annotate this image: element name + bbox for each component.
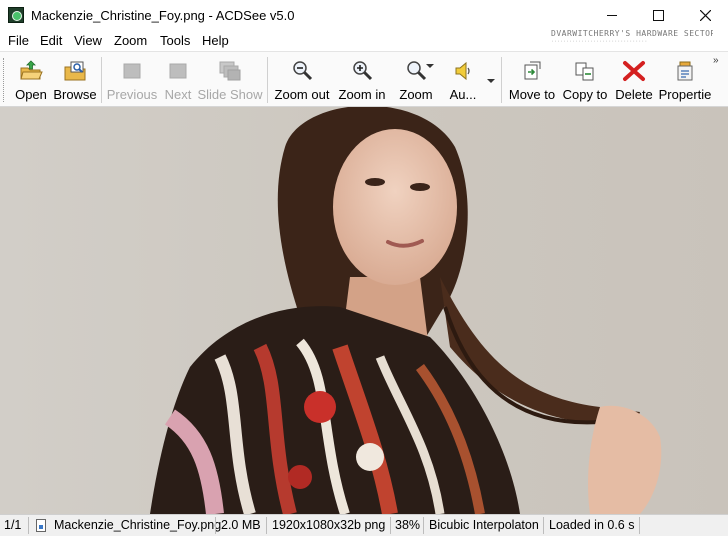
menu-zoom[interactable]: Zoom (114, 33, 147, 48)
copy-to-button[interactable]: Copy to (562, 52, 608, 106)
toolbar-separator (101, 57, 102, 103)
menu-tools[interactable]: Tools (160, 33, 190, 48)
next-icon (169, 63, 187, 79)
status-dimensions: 1920x1080x32b png (272, 518, 386, 532)
toolbar-separator (501, 57, 502, 103)
zoom-in-button[interactable]: Zoom in (337, 52, 387, 106)
move-to-icon (524, 61, 541, 80)
acdsee-app-icon[interactable] (8, 7, 24, 23)
slideshow-button[interactable]: Slide Show (197, 52, 263, 106)
menu-file[interactable]: File (8, 33, 29, 48)
close-button[interactable] (682, 0, 728, 30)
audio-button[interactable]: Au... (447, 52, 479, 106)
photo-image (150, 107, 662, 514)
open-button[interactable]: Open (10, 52, 52, 106)
next-button[interactable]: Next (161, 52, 195, 106)
properties-button[interactable]: Propertie (658, 52, 712, 106)
menu-view[interactable]: View (74, 33, 102, 48)
status-divider (28, 517, 29, 534)
menu-help[interactable]: Help (202, 33, 229, 48)
toolbar-grip[interactable] (3, 58, 6, 102)
properties-icon (677, 61, 693, 81)
browse-icon (64, 61, 86, 81)
minimize-button[interactable] (589, 0, 635, 30)
image-index: 1/1 (4, 518, 22, 532)
slideshow-icon (219, 61, 241, 81)
zoom-out-button[interactable]: Zoom out (273, 52, 331, 106)
zoom-icon (407, 61, 427, 81)
status-divider (215, 517, 216, 534)
menu-edit[interactable]: Edit (40, 33, 62, 48)
move-to-button[interactable]: Move to (508, 52, 556, 106)
audio-dropdown-arrow-icon[interactable] (487, 79, 495, 83)
delete-button[interactable]: Delete (615, 52, 653, 106)
zoom-out-icon (293, 61, 313, 81)
open-folder-icon (20, 60, 43, 80)
browse-button[interactable]: Browse (52, 52, 98, 106)
maximize-icon (652, 9, 664, 21)
zoom-in-icon (353, 61, 373, 81)
status-divider (639, 517, 640, 534)
image-viewer[interactable] (0, 107, 728, 514)
delete-x-icon (623, 61, 645, 81)
window-title: Mackenzie_Christine_Foy.png - ACDSee v5.… (31, 8, 295, 23)
status-zoom: 38% (395, 518, 421, 532)
previous-icon (123, 63, 141, 79)
status-interpolation: Bicubic Interpolaton (429, 518, 539, 532)
close-icon (699, 9, 711, 21)
status-filename: Mackenzie_Christine_Foy.png (54, 518, 222, 532)
maximize-button[interactable] (635, 0, 681, 30)
minimize-icon (607, 14, 617, 16)
status-divider (390, 517, 391, 534)
toolbar-overflow-chevron-icon[interactable]: » (713, 55, 718, 66)
title-bar: Mackenzie_Christine_Foy.png - ACDSee v5.… (0, 0, 728, 30)
copy-to-icon (575, 62, 594, 81)
toolbar-separator (267, 57, 268, 103)
file-icon (36, 519, 46, 532)
zoom-dropdown-arrow-icon[interactable] (426, 64, 434, 68)
status-bar: 1/1 Mackenzie_Christine_Foy.png 2.0 MB 1… (0, 514, 728, 536)
status-divider (423, 517, 424, 534)
toolbar: Open Browse Previous Next Slide Show Zoo… (0, 51, 728, 107)
status-divider (543, 517, 544, 534)
speaker-icon (455, 61, 470, 81)
status-file-size: 2.0 MB (221, 518, 261, 532)
status-divider (266, 517, 267, 534)
zoom-dropdown-button[interactable]: Zoom (396, 52, 436, 106)
watermark-logo: DVARWITCHERRY'S HARDWARE SECTOR ········… (551, 30, 713, 45)
previous-button[interactable]: Previous (106, 52, 158, 106)
status-load-time: Loaded in 0.6 s (549, 518, 635, 532)
